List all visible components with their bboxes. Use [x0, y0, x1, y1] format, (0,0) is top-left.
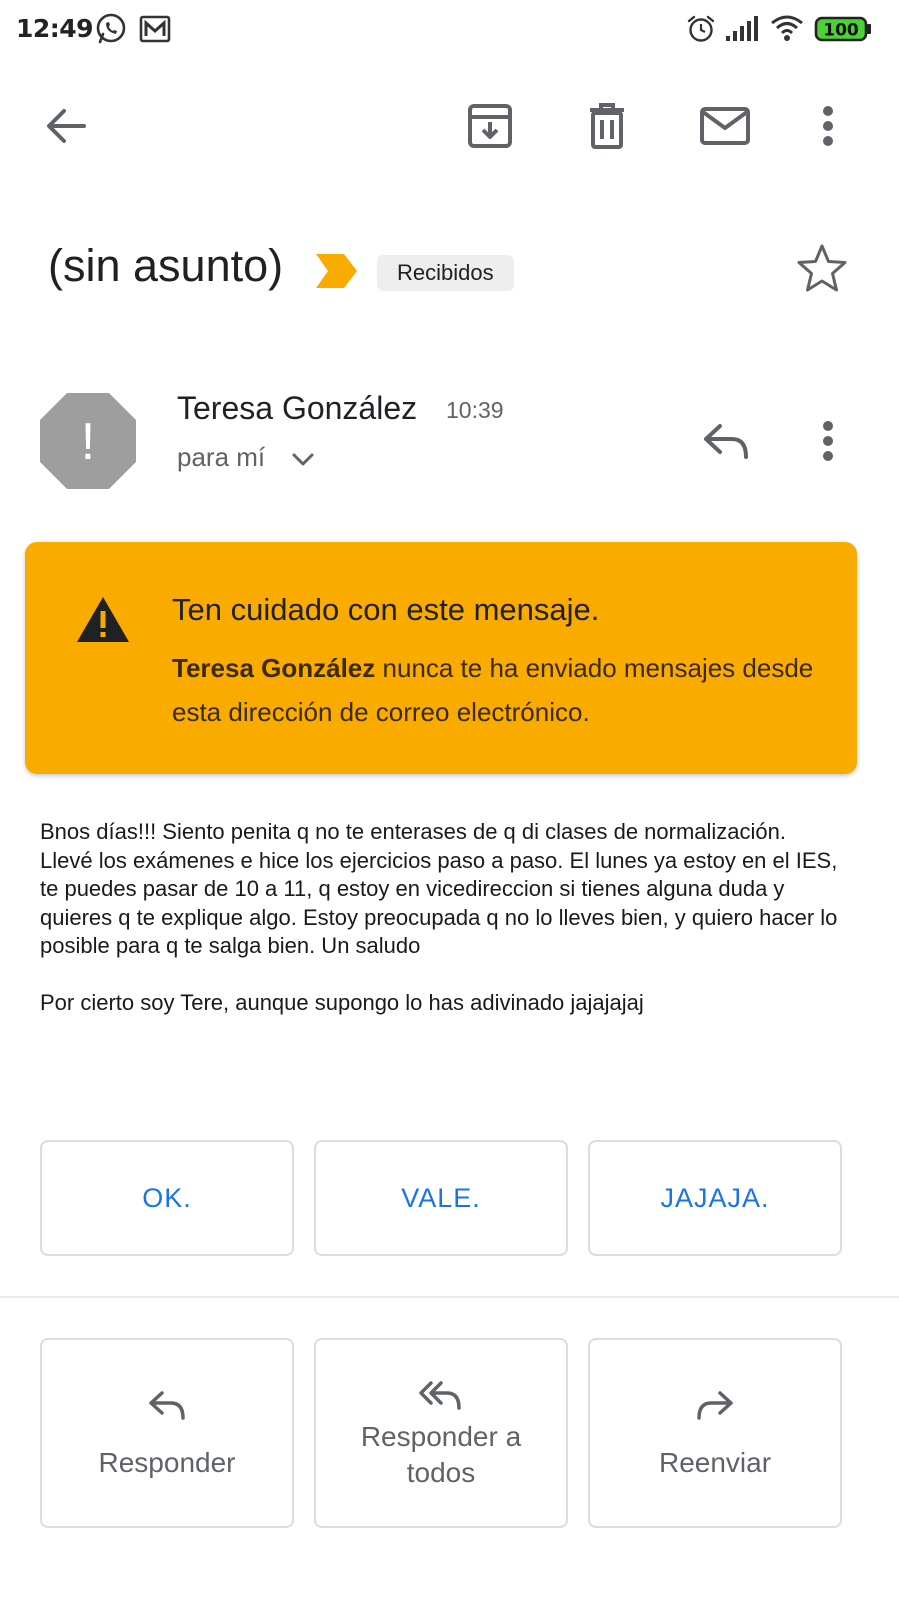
smart-reply-vale[interactable]: VALE.	[314, 1140, 568, 1256]
message-paragraph: Por cierto soy Tere, aunque supongo lo h…	[40, 989, 644, 1015]
avatar-symbol: !	[81, 413, 95, 471]
reply-all-action-button[interactable]: Responder a todos	[314, 1338, 568, 1528]
signal-icon	[724, 16, 760, 47]
reply-all-label-line2: todos	[406, 1457, 476, 1488]
wifi-icon	[770, 14, 804, 47]
archive-icon	[467, 102, 513, 155]
message-time: 10:39	[446, 397, 504, 423]
reply-icon	[702, 423, 750, 464]
star-icon[interactable]	[795, 242, 849, 301]
battery-level: 100	[823, 21, 859, 41]
more-vert-icon	[822, 105, 834, 152]
warning-icon	[75, 594, 131, 649]
top-app-bar	[0, 80, 899, 176]
delete-icon	[587, 102, 627, 154]
forward-label: Reenviar	[658, 1447, 772, 1478]
reply-all-icon	[419, 1375, 463, 1415]
mark-unread-button[interactable]	[685, 80, 765, 176]
more-vert-icon	[822, 420, 834, 467]
avatar[interactable]: !	[38, 391, 138, 496]
delete-button[interactable]	[567, 80, 647, 176]
warning-banner: Ten cuidado con este mensaje. Teresa Gon…	[25, 542, 857, 774]
reply-icon	[147, 1385, 187, 1425]
chevron-down-icon[interactable]	[290, 450, 316, 475]
importance-marker-icon[interactable]	[316, 254, 358, 293]
email-subject: (sin asunto)	[48, 240, 284, 291]
divider	[0, 1296, 899, 1298]
back-arrow-icon	[44, 106, 88, 151]
archive-button[interactable]	[450, 80, 530, 176]
label-chip-inbox[interactable]: Recibidos	[377, 255, 514, 291]
reply-all-label: Responder a todos	[361, 1419, 521, 1491]
sender-name[interactable]: Teresa González	[177, 390, 417, 427]
reply-label: Responder	[98, 1447, 236, 1478]
status-time: 12:49	[16, 14, 94, 43]
reply-button[interactable]	[696, 415, 756, 471]
message-paragraph: Bnos días!!! Siento penita q no te enter…	[40, 819, 838, 959]
recipient-details[interactable]: para mí	[177, 442, 265, 473]
alarm-icon	[686, 14, 716, 49]
warning-title: Ten cuidado con este mensaje.	[172, 592, 600, 627]
warning-sender: Teresa González	[172, 653, 376, 683]
forward-icon	[695, 1385, 735, 1425]
status-bar: 12:49 100	[0, 0, 899, 60]
forward-action-button[interactable]: Reenviar	[588, 1338, 842, 1528]
back-button[interactable]	[26, 80, 106, 176]
gmail-notification-icon	[138, 14, 172, 49]
smart-reply-jajaja[interactable]: JAJAJA.	[588, 1140, 842, 1256]
more-options-button[interactable]	[788, 80, 868, 176]
reply-action-button[interactable]: Responder	[40, 1338, 294, 1528]
mark-unread-icon	[699, 106, 751, 151]
message-body: Bnos días!!! Siento penita q no te enter…	[40, 818, 840, 1046]
message-more-button[interactable]	[808, 415, 848, 471]
whatsapp-icon	[94, 12, 128, 51]
warning-body: Teresa González nunca te ha enviado mens…	[172, 646, 832, 734]
reply-all-label-line1: Responder a	[360, 1421, 522, 1452]
battery-icon: 100	[814, 16, 872, 47]
smart-reply-ok[interactable]: OK.	[40, 1140, 294, 1256]
